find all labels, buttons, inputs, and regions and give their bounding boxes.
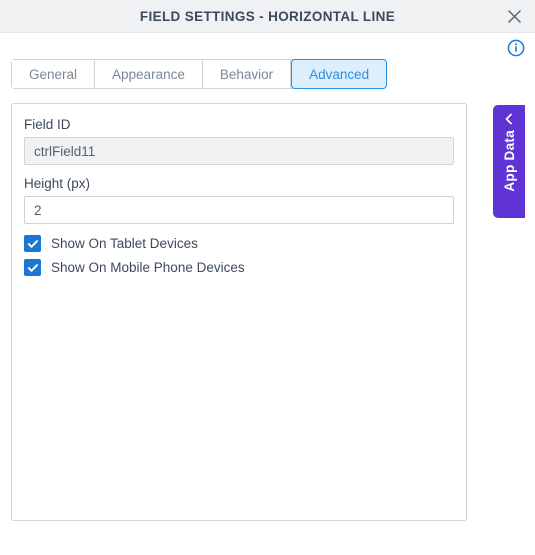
advanced-tab-panel: Field ID Height (px) Show On Tablet Devi… — [11, 103, 467, 521]
info-icon[interactable] — [507, 39, 525, 57]
tab-behavior-label: Behavior — [219, 66, 274, 82]
tab-appearance[interactable]: Appearance — [95, 60, 203, 88]
dialog-info-row — [0, 33, 535, 61]
tab-general-label: General — [29, 66, 78, 82]
checkmark-icon — [24, 259, 41, 276]
height-input[interactable] — [24, 196, 454, 224]
chevron-left-icon — [502, 112, 516, 126]
tab-advanced-label: Advanced — [309, 66, 370, 82]
app-data-panel-toggle[interactable]: App Data — [493, 105, 525, 218]
dialog-titlebar: FIELD SETTINGS - HORIZONTAL LINE — [0, 0, 535, 33]
show-on-mobile-checkbox-row[interactable]: Show On Mobile Phone Devices — [24, 259, 454, 276]
show-on-tablet-label: Show On Tablet Devices — [51, 236, 198, 251]
height-label: Height (px) — [24, 176, 91, 191]
tab-general[interactable]: General — [12, 60, 96, 88]
checkmark-icon — [24, 235, 41, 252]
app-data-label: App Data — [501, 130, 517, 192]
settings-tablist: General Appearance Behavior Advanced — [11, 59, 388, 89]
field-id-group: Field ID — [24, 117, 454, 165]
field-id-input[interactable] — [24, 137, 454, 165]
height-group: Height (px) — [24, 176, 454, 224]
close-icon[interactable] — [501, 3, 527, 29]
tab-behavior[interactable]: Behavior — [202, 60, 292, 88]
tab-appearance-label: Appearance — [112, 66, 185, 82]
show-on-tablet-checkbox-row[interactable]: Show On Tablet Devices — [24, 235, 454, 252]
tab-advanced[interactable]: Advanced — [291, 59, 388, 89]
field-settings-dialog: FIELD SETTINGS - HORIZONTAL LINE General… — [0, 0, 535, 555]
show-on-mobile-label: Show On Mobile Phone Devices — [51, 260, 245, 275]
dialog-title: FIELD SETTINGS - HORIZONTAL LINE — [139, 8, 396, 24]
field-id-label: Field ID — [24, 117, 71, 132]
